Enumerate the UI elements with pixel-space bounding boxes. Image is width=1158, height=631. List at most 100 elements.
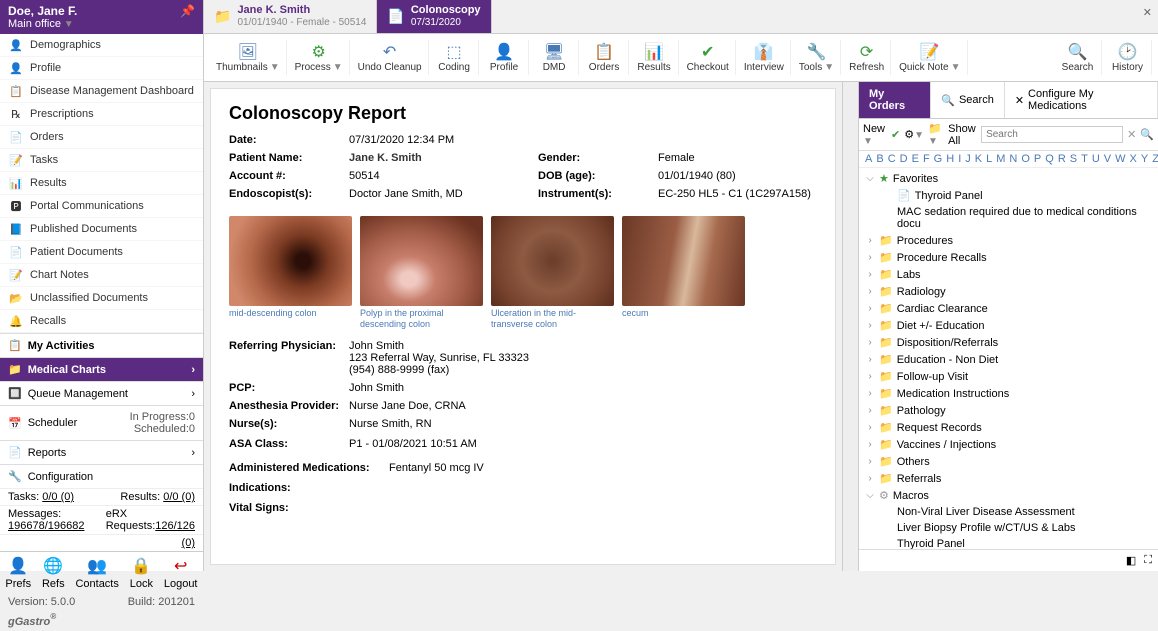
nav-dmd[interactable]: 📋Disease Management Dashboard <box>0 80 203 103</box>
tree-node-20[interactable]: Liver Biopsy Profile w/CT/US & Labs <box>859 520 1158 536</box>
nav-chartnotes[interactable]: 📝Chart Notes <box>0 264 203 287</box>
rb-process[interactable]: ⚙Process ▼ <box>289 40 350 75</box>
tree-node-19[interactable]: Non-Viral Liver Disease Assessment <box>859 504 1158 520</box>
alpha-L[interactable]: L <box>984 153 994 165</box>
section-scheduler[interactable]: 📅Scheduler In Progress:0Scheduled:0 <box>0 405 203 440</box>
scrollbar[interactable] <box>842 82 858 571</box>
alpha-X[interactable]: X <box>1128 153 1139 165</box>
alpha-B[interactable]: B <box>874 153 885 165</box>
nav-tasks[interactable]: 📝Tasks <box>0 149 203 172</box>
alpha-S[interactable]: S <box>1068 153 1079 165</box>
collapse-icon[interactable]: ◧ <box>1126 554 1136 567</box>
office-selector[interactable]: Main office ▼ <box>8 18 77 30</box>
tree-node-14[interactable]: ›📁Request Records <box>859 419 1158 436</box>
section-reports[interactable]: 📄Reports › <box>0 440 203 464</box>
section-activities[interactable]: 📋My Activities <box>0 333 203 357</box>
nav-orders[interactable]: 📄Orders <box>0 126 203 149</box>
thumbnail-1[interactable]: Polyp in the proximal descending colon <box>360 216 483 330</box>
nav-portal[interactable]: 🅿Portal Communications <box>0 195 203 218</box>
alpha-N[interactable]: N <box>1007 153 1019 165</box>
btn-contacts[interactable]: 👥Contacts <box>75 556 118 590</box>
thumbnail-0[interactable]: mid-descending colon <box>229 216 352 330</box>
folder-dropdown[interactable]: 📁▼ <box>928 122 944 147</box>
nav-recalls[interactable]: 🔔Recalls <box>0 310 203 333</box>
alpha-Z[interactable]: Z <box>1150 153 1158 165</box>
tree-node-6[interactable]: ›📁Radiology <box>859 283 1158 300</box>
messages-link[interactable]: 196678/196682 <box>8 520 84 532</box>
tree-node-2[interactable]: MAC sedation required due to medical con… <box>859 204 1158 232</box>
tree-node-8[interactable]: ›📁Diet +/- Education <box>859 317 1158 334</box>
alpha-H[interactable]: H <box>944 153 956 165</box>
tasks-link[interactable]: 0/0 (0) <box>42 491 74 503</box>
alpha-J[interactable]: J <box>963 153 973 165</box>
alpha-M[interactable]: M <box>994 153 1007 165</box>
orders-tab-1[interactable]: 🔍Search <box>931 82 1005 118</box>
btn-refs[interactable]: 🌐Refs <box>42 556 65 590</box>
tree-node-16[interactable]: ›📁Others <box>859 453 1158 470</box>
section-config[interactable]: 🔧Configuration <box>0 464 203 488</box>
alpha-U[interactable]: U <box>1090 153 1102 165</box>
rb-orders[interactable]: 📋Orders <box>581 40 629 75</box>
alpha-T[interactable]: T <box>1079 153 1090 165</box>
tab-colonoscopy[interactable]: 📄Colonoscopy07/31/2020 <box>377 0 491 33</box>
rb-coding[interactable]: ⬚Coding <box>431 40 479 75</box>
tree-node-18[interactable]: ⌵⚙Macros <box>859 487 1158 504</box>
tree-node-15[interactable]: ›📁Vaccines / Injections <box>859 436 1158 453</box>
nav-prescriptions[interactable]: ℞Prescriptions <box>0 103 203 126</box>
version-link[interactable]: Version: 5.0.0 <box>8 596 75 608</box>
tree-node-13[interactable]: ›📁Pathology <box>859 402 1158 419</box>
pin-icon[interactable]: 📌 <box>180 4 195 18</box>
rb-tools[interactable]: 🔧Tools ▼ <box>793 40 841 75</box>
rb-dmd[interactable]: 🖥DMD <box>531 40 579 75</box>
orders-tab-2[interactable]: ✕Configure My Medications <box>1005 82 1158 118</box>
tree-node-1[interactable]: 📄Thyroid Panel <box>859 187 1158 204</box>
nav-results[interactable]: 📊Results <box>0 172 203 195</box>
rb-search[interactable]: 🔍Search <box>1054 40 1102 75</box>
check-icon[interactable]: ✔ <box>891 128 900 141</box>
alpha-G[interactable]: G <box>932 153 945 165</box>
btn-lock[interactable]: 🔒Lock <box>130 556 153 590</box>
alpha-C[interactable]: C <box>886 153 898 165</box>
thumbnail-3[interactable]: cecum <box>622 216 745 330</box>
tree-node-0[interactable]: ⌵★Favorites <box>859 170 1158 187</box>
btn-prefs[interactable]: 👤Prefs <box>5 556 31 590</box>
rb-thumbnails[interactable]: 🖼Thumbnails ▼ <box>210 40 287 75</box>
rb-checkout[interactable]: ✔Checkout <box>681 40 736 75</box>
tree-node-17[interactable]: ›📁Referrals <box>859 470 1158 487</box>
alpha-I[interactable]: I <box>956 153 963 165</box>
close-icon[interactable]: ✕ <box>1143 6 1152 19</box>
expand-icon[interactable]: ⛶ <box>1144 554 1152 567</box>
tree-node-5[interactable]: ›📁Labs <box>859 266 1158 283</box>
rb-history[interactable]: 🕑History <box>1104 40 1152 75</box>
tree-node-10[interactable]: ›📁Education - Non Diet <box>859 351 1158 368</box>
btn-logout[interactable]: ↩Logout <box>164 556 198 590</box>
alpha-Y[interactable]: Y <box>1139 153 1150 165</box>
search-icon[interactable]: 🔍 <box>1140 128 1154 141</box>
results-link[interactable]: 0/0 (0) <box>163 491 195 503</box>
alpha-A[interactable]: A <box>863 153 874 165</box>
rb-results[interactable]: 📊Results <box>631 40 679 75</box>
tree-node-12[interactable]: ›📁Medication Instructions <box>859 385 1158 402</box>
alpha-E[interactable]: E <box>910 153 921 165</box>
tree-node-4[interactable]: ›📁Procedure Recalls <box>859 249 1158 266</box>
thumbnail-2[interactable]: Ulceration in the mid-transverse colon <box>491 216 614 330</box>
rb-quicknote[interactable]: 📝Quick Note ▼ <box>893 40 967 75</box>
nav-profile[interactable]: 👤Profile <box>0 57 203 80</box>
nav-published[interactable]: 📘Published Documents <box>0 218 203 241</box>
alpha-R[interactable]: R <box>1056 153 1068 165</box>
alpha-D[interactable]: D <box>898 153 910 165</box>
tree-node-3[interactable]: ›📁Procedures <box>859 232 1158 249</box>
alpha-F[interactable]: F <box>921 153 932 165</box>
orders-tab-0[interactable]: My Orders <box>859 82 931 118</box>
tree-node-11[interactable]: ›📁Follow-up Visit <box>859 368 1158 385</box>
section-queue[interactable]: 🔲Queue Management › <box>0 381 203 405</box>
rb-refresh[interactable]: ⟳Refresh <box>843 40 891 75</box>
nav-demographics[interactable]: 👤Demographics <box>0 34 203 57</box>
tree-node-7[interactable]: ›📁Cardiac Clearance <box>859 300 1158 317</box>
alpha-O[interactable]: O <box>1019 153 1032 165</box>
tree-node-9[interactable]: ›📁Disposition/Referrals <box>859 334 1158 351</box>
erx-link[interactable]: 126/126 <box>155 520 195 532</box>
tree-node-21[interactable]: Thyroid Panel <box>859 536 1158 549</box>
alpha-K[interactable]: K <box>973 153 984 165</box>
nav-unclassified[interactable]: 📂Unclassified Documents <box>0 287 203 310</box>
